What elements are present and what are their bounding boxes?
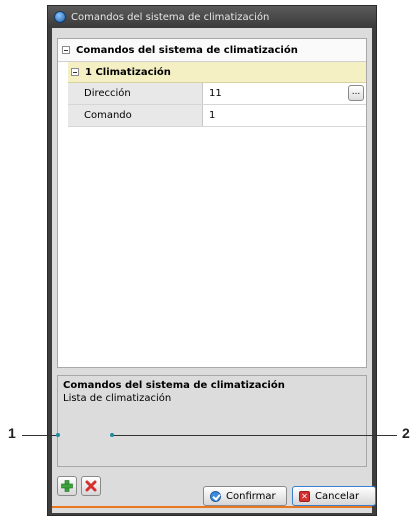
- callout-number-1: 1: [8, 425, 16, 441]
- callout-line-1: [22, 435, 58, 436]
- app-logo-icon: [54, 11, 66, 23]
- tree-group-label: 1 Climatización: [85, 66, 171, 78]
- property-value-direccion[interactable]: 11 ...: [203, 83, 366, 104]
- cancel-label: Cancelar: [315, 490, 360, 502]
- confirm-button[interactable]: Confirmar: [203, 486, 287, 506]
- x-icon: [85, 480, 97, 492]
- property-row-comando[interactable]: Comando 1: [68, 105, 366, 127]
- window-title: Comandos del sistema de climatización: [71, 11, 270, 23]
- property-tree: Comandos del sistema de climatización 1 …: [57, 38, 367, 368]
- collapse-icon[interactable]: [71, 68, 79, 76]
- tree-root-row[interactable]: Comandos del sistema de climatización: [58, 39, 366, 62]
- property-value-text: 1: [209, 110, 216, 121]
- accent-divider: [52, 506, 372, 508]
- property-value-text: 11: [209, 88, 222, 99]
- item-toolbar: [57, 476, 101, 498]
- collapse-icon[interactable]: [62, 46, 70, 54]
- tree-root-label: Comandos del sistema de climatización: [76, 44, 298, 56]
- cancel-button[interactable]: ✕ Cancelar: [292, 486, 376, 506]
- remove-button[interactable]: [81, 476, 101, 496]
- dialog-window: Comandos del sistema de climatización Co…: [47, 5, 377, 516]
- property-value-comando[interactable]: 1: [203, 105, 366, 126]
- confirm-label: Confirmar: [226, 490, 276, 502]
- callout-line-2: [112, 435, 397, 436]
- property-row-direccion[interactable]: Dirección 11 ...: [68, 83, 366, 105]
- description-text: Lista de climatización: [63, 393, 172, 404]
- callout-dot-1: [56, 433, 60, 437]
- dialog-body: Comandos del sistema de climatización 1 …: [52, 28, 372, 513]
- description-panel: Comandos del sistema de climatización Li…: [57, 375, 367, 467]
- plus-icon: [61, 480, 73, 492]
- description-title: Comandos del sistema de climatización: [63, 380, 285, 391]
- title-bar[interactable]: Comandos del sistema de climatización: [48, 6, 376, 28]
- property-name: Dirección: [68, 83, 203, 104]
- add-button[interactable]: [57, 476, 77, 496]
- close-icon: ✕: [299, 490, 310, 502]
- tree-group-row[interactable]: 1 Climatización: [68, 62, 366, 83]
- check-icon: [210, 490, 221, 502]
- browse-button[interactable]: ...: [348, 85, 364, 101]
- callout-dot-2: [110, 433, 114, 437]
- callout-number-2: 2: [402, 425, 410, 441]
- property-name: Comando: [68, 105, 203, 126]
